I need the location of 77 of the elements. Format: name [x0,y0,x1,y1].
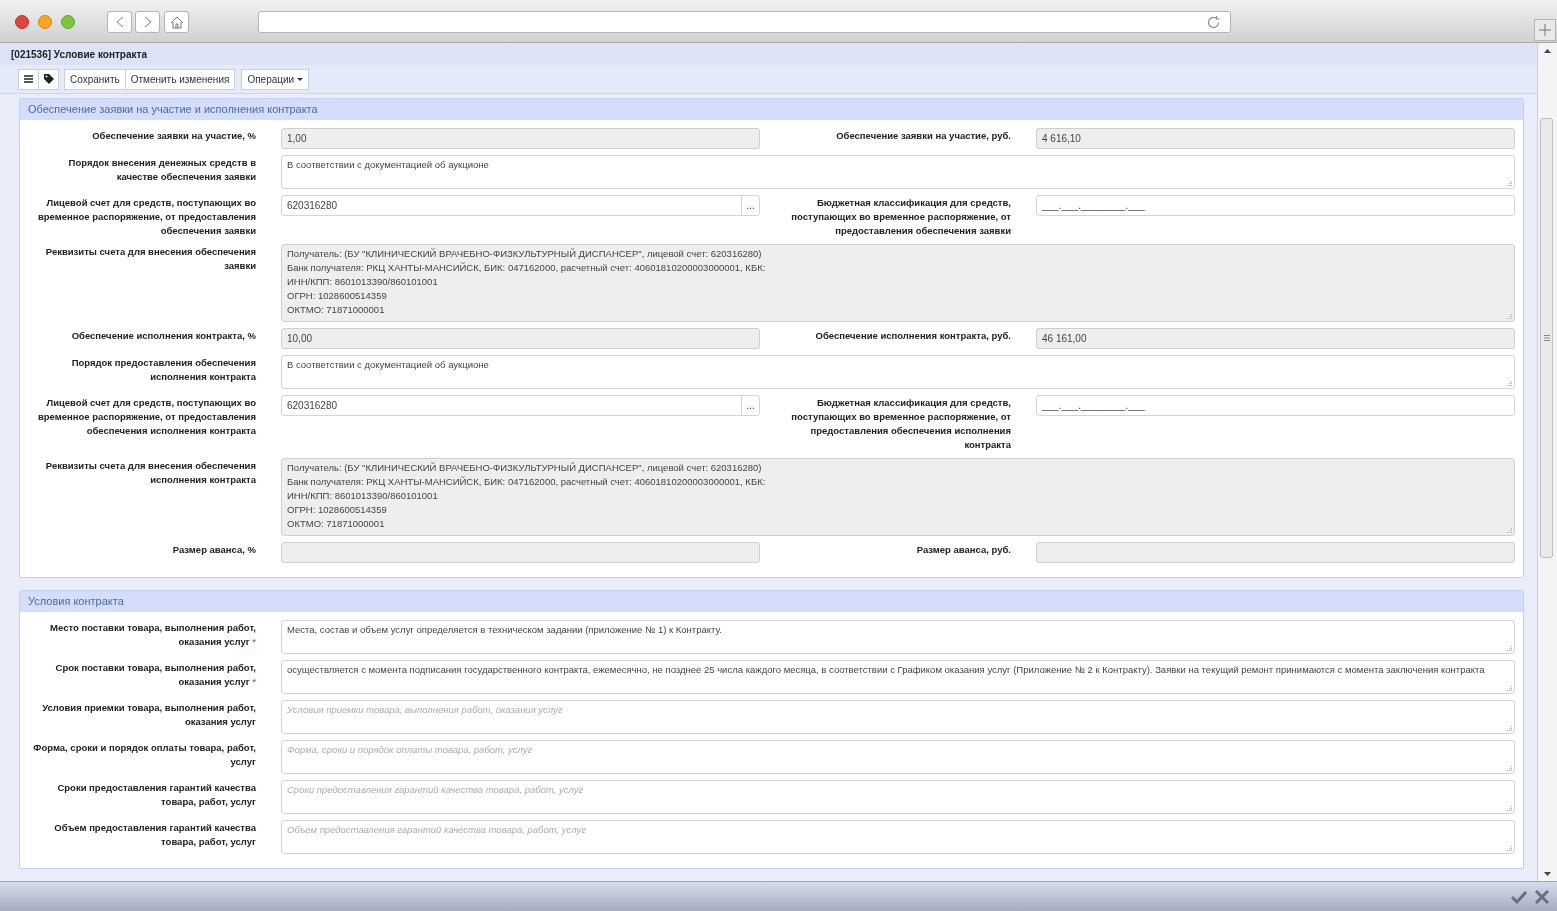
field-label: Лицевой счет для средств, поступающих во временное распоряжение, от предоставления обеспечения заявки [36,196,256,238]
field-label: Форма, сроки и порядок оплаты товара, работ, услуг [32,741,256,769]
resize-grip-icon [1506,685,1512,691]
toolbar-button[interactable]: Сохранить [64,68,126,90]
operations-dropdown[interactable]: Операции [241,68,310,90]
field-label: Порядок внесения денежных средств в качестве обеспечения заявки [67,156,256,184]
field-label: Обеспечение исполнения контракта, % [71,329,256,343]
section-title: Условия контракта [20,591,1523,612]
home-icon [169,15,184,29]
field-label: Условия приемки товара, выполнения работ, оказания услуг [41,701,256,729]
field-label: Объем предоставления гарантий качества товара, работ, услуг [53,821,256,849]
scrollbar[interactable] [1537,43,1557,881]
resize-grip-icon [1506,805,1512,811]
field-label: Реквизиты счета для внесения обеспечения заявки [44,245,256,273]
field-label: Бюджетная классификация для средств, поступающих во временное распоряжение, от предоставления обеспечения исполнения контракта [790,396,1011,452]
text-field[interactable]: 10,00 [281,328,760,349]
text-field[interactable]: 4 616,10 [1036,128,1515,149]
text-field[interactable]: 46 161,00 [1036,328,1515,349]
text-field[interactable] [1036,542,1515,563]
text-area[interactable]: Получатель: (БУ "КЛИНИЧЕСКИЙ ВРАЧЕБНО-ФИЗКУЛЬТУРНЫЙ ДИСПАНСЕР", лицевой счет: 620316280) Банк получателя: РКЦ ХАНТЫ-МАНСИЙСК, БИК: 047162000, расчетный счет: 40601810200003000001, КБК: ИНН/КПП: 8601013390/860101001 ОГРН: 1028600514359 ОКТМО: 71871000001 [281,244,1515,322]
text-field[interactable]: ___.___.________.___ [1036,395,1515,416]
text-field[interactable]: ___.___.________.___ [1036,195,1515,216]
section-title: Обеспечение заявки на участие и исполнения контракта [20,99,1523,120]
resize-grip-icon [1506,645,1512,651]
resize-grip-icon [1506,725,1512,731]
tag-icon [43,74,54,84]
field-label: Срок поставки товара, выполнения работ, оказания услуг * [54,661,256,689]
resize-grip-icon [1506,180,1512,186]
text-area[interactable]: Получатель: (БУ "КЛИНИЧЕСКИЙ ВРАЧЕБНО-ФИЗКУЛЬТУРНЫЙ ДИСПАНСЕР", лицевой счет: 620316280) Банк получателя: РКЦ ХАНТЫ-МАНСИЙСК, БИК: 047162000, расчетный счет: 40601810200003000001, КБК: ИНН/КПП: 8601013390/860101001 ОГРН: 1028600514359 ОКТМО: 71871000001 [281,458,1515,536]
back-button[interactable] [107,11,132,33]
close-window-icon[interactable] [15,15,29,29]
new-tab-button[interactable] [1534,19,1556,41]
browse-button[interactable]: ... [741,395,760,416]
scroll-down-icon[interactable] [1544,872,1551,876]
reload-icon[interactable] [1206,15,1221,30]
text-area[interactable]: В соответствии с документацией об аукционе [281,155,1515,189]
browse-button[interactable]: ... [741,195,760,216]
text-area[interactable]: осуществляется с момента подписания государственного контракта, ежемесячно, не позднее 25 числа каждого месяца, в соответствии с Графиком оказания услуг (Приложение № 2 к Контракту). Заявки на текущий ремонт принимаются с момента заключения контракта [281,660,1515,694]
caret-icon [297,77,304,81]
close-icon[interactable] [1535,889,1549,904]
resize-grip-icon [1506,765,1512,771]
home-button[interactable] [164,11,189,33]
field-label: Порядок предоставления обеспечения исполнения контракта [70,356,256,384]
resize-grip-icon [1506,380,1512,386]
field-label: Лицевой счет для средств, поступающих во временное распоряжение, от предоставления обеспечения исполнения контракта [36,396,256,438]
resize-grip-icon [1506,527,1512,533]
address-bar[interactable] [258,11,1231,33]
window-title: [021536] Условие контракта [11,47,147,62]
text-field[interactable]: 1,00 [281,128,760,149]
field-label: Размер аванса, % [172,543,256,557]
menu-icon [24,75,33,83]
scroll-up-icon[interactable] [1544,49,1551,53]
text-field[interactable]: 620316280 [281,395,742,416]
text-field[interactable]: 620316280 [281,195,742,216]
text-area[interactable]: Места, состав и объем услуг определяется в техническом задании (приложение № 1) к Контракту. [281,620,1515,654]
field-label: Обеспечение исполнения контракта, руб. [815,329,1011,343]
field-label: Реквизиты счета для внесения обеспечения исполнения контракта [44,459,256,487]
minimize-window-icon[interactable] [38,15,52,29]
field-label: Место поставки товара, выполнения работ, оказания услуг * [49,621,256,649]
check-icon[interactable] [1511,889,1527,904]
field-label: Обеспечение заявки на участие, % [92,129,256,143]
field-label: Размер аванса, руб. [916,543,1011,557]
resize-grip-icon [1506,313,1512,319]
zoom-window-icon[interactable] [61,15,75,29]
menu-button[interactable] [18,68,39,90]
field-label: Обеспечение заявки на участие, руб. [836,129,1011,143]
resize-grip-icon [1506,845,1512,851]
forward-button[interactable] [135,11,160,33]
tag-button[interactable] [38,68,59,90]
field-label: Сроки предоставления гарантий качества товара, работ, услуг [56,781,256,809]
grip-icon [1543,335,1550,341]
field-label: Бюджетная классификация для средств, поступающих во временное распоряжение, от предоставления обеспечения заявки [790,196,1011,238]
scrollbar-thumb[interactable] [1540,118,1553,558]
plus-icon [1539,24,1551,36]
toolbar-button[interactable]: Отменить изменения [124,68,236,90]
text-field[interactable] [281,542,760,563]
text-area[interactable]: В соответствии с документацией об аукционе [281,355,1515,389]
